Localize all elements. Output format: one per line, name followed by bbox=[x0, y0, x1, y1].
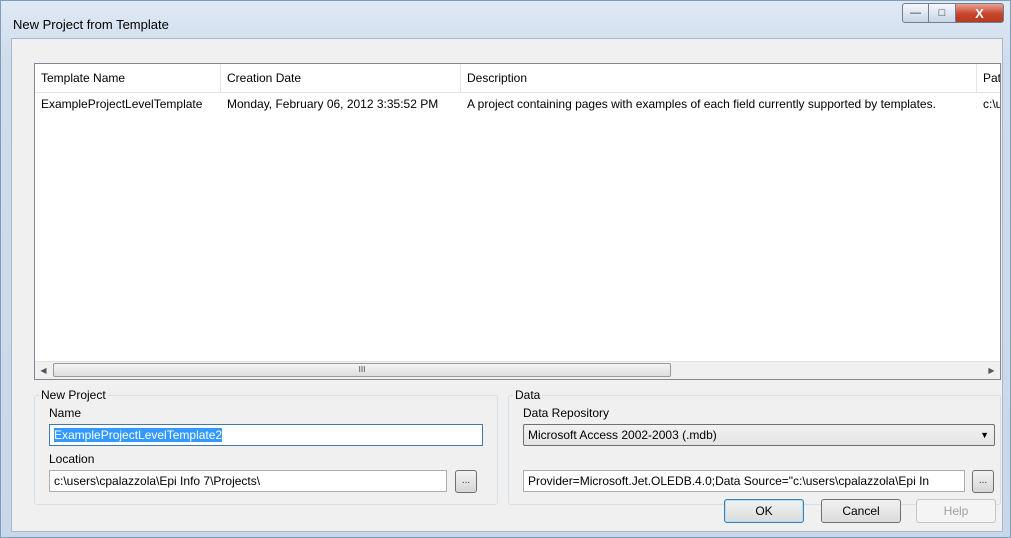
name-label: Name bbox=[49, 406, 82, 420]
connection-string-value: Provider=Microsoft.Jet.OLEDB.4.0;Data So… bbox=[528, 474, 930, 488]
close-button[interactable]: X bbox=[956, 3, 1004, 23]
data-legend: Data bbox=[513, 388, 543, 402]
minimize-icon: — bbox=[910, 7, 921, 19]
column-header-creation-date[interactable]: Creation Date bbox=[221, 64, 461, 92]
cancel-button[interactable]: Cancel bbox=[821, 499, 901, 523]
connection-string-input[interactable]: Provider=Microsoft.Jet.OLEDB.4.0;Data So… bbox=[523, 470, 965, 492]
location-label: Location bbox=[49, 452, 95, 466]
close-icon: X bbox=[975, 5, 984, 21]
data-repository-label: Data Repository bbox=[523, 406, 610, 420]
window-title: New Project from Template bbox=[13, 17, 169, 32]
template-list[interactable]: Template Name Creation Date Description … bbox=[34, 63, 1001, 380]
data-repository-select[interactable]: Microsoft Access 2002-2003 (.mdb) ▼ bbox=[523, 424, 995, 446]
project-location-value: c:\users\cpalazzola\Epi Info 7\Projects\ bbox=[54, 474, 261, 488]
cell-creation-date: Monday, February 06, 2012 3:35:52 PM bbox=[227, 97, 439, 111]
browse-data-button[interactable]: ... bbox=[972, 470, 994, 493]
scroll-left-icon[interactable]: ◀ bbox=[35, 362, 52, 379]
data-repository-value: Microsoft Access 2002-2003 (.mdb) bbox=[528, 428, 717, 442]
table-row[interactable]: ExampleProjectLevelTemplate Monday, Febr… bbox=[35, 94, 1000, 114]
maximize-icon: □ bbox=[938, 7, 946, 19]
cell-template-name: ExampleProjectLevelTemplate bbox=[41, 97, 203, 111]
column-header-description[interactable]: Description bbox=[461, 64, 977, 92]
column-header-path[interactable]: Path bbox=[977, 64, 1000, 92]
template-list-header: Template Name Creation Date Description … bbox=[35, 64, 1000, 93]
scrollbar-grip: III bbox=[358, 365, 366, 374]
dialog-window: New Project from Template — □ X Template… bbox=[0, 0, 1011, 538]
ok-button[interactable]: OK bbox=[724, 499, 804, 523]
project-name-value: ExampleProjectLevelTemplate2 bbox=[54, 428, 223, 442]
project-name-input[interactable]: ExampleProjectLevelTemplate2 bbox=[49, 424, 483, 446]
cell-path: c:\u bbox=[983, 97, 1001, 111]
browse-location-button[interactable]: ... bbox=[455, 470, 477, 493]
column-header-template-name[interactable]: Template Name bbox=[35, 64, 221, 92]
new-project-group: New Project Name ExampleProjectLevelTemp… bbox=[34, 388, 498, 505]
horizontal-scrollbar[interactable]: ◀ III ▶ bbox=[35, 361, 1000, 379]
minimize-button[interactable]: — bbox=[902, 3, 929, 23]
help-button[interactable]: Help bbox=[916, 499, 996, 523]
dialog-content: Template Name Creation Date Description … bbox=[11, 38, 1003, 532]
cell-description: A project containing pages with examples… bbox=[467, 97, 936, 111]
project-location-input[interactable]: c:\users\cpalazzola\Epi Info 7\Projects\ bbox=[49, 470, 447, 492]
new-project-legend: New Project bbox=[39, 388, 108, 402]
dropdown-arrow-icon: ▼ bbox=[980, 430, 989, 440]
data-group: Data Data Repository Microsoft Access 20… bbox=[508, 388, 1001, 505]
maximize-button[interactable]: □ bbox=[929, 3, 956, 23]
scrollbar-thumb[interactable]: III bbox=[53, 363, 671, 377]
scroll-right-icon[interactable]: ▶ bbox=[983, 362, 1000, 379]
title-bar[interactable]: New Project from Template — □ X bbox=[1, 1, 1010, 37]
window-controls: — □ X bbox=[902, 3, 1004, 25]
